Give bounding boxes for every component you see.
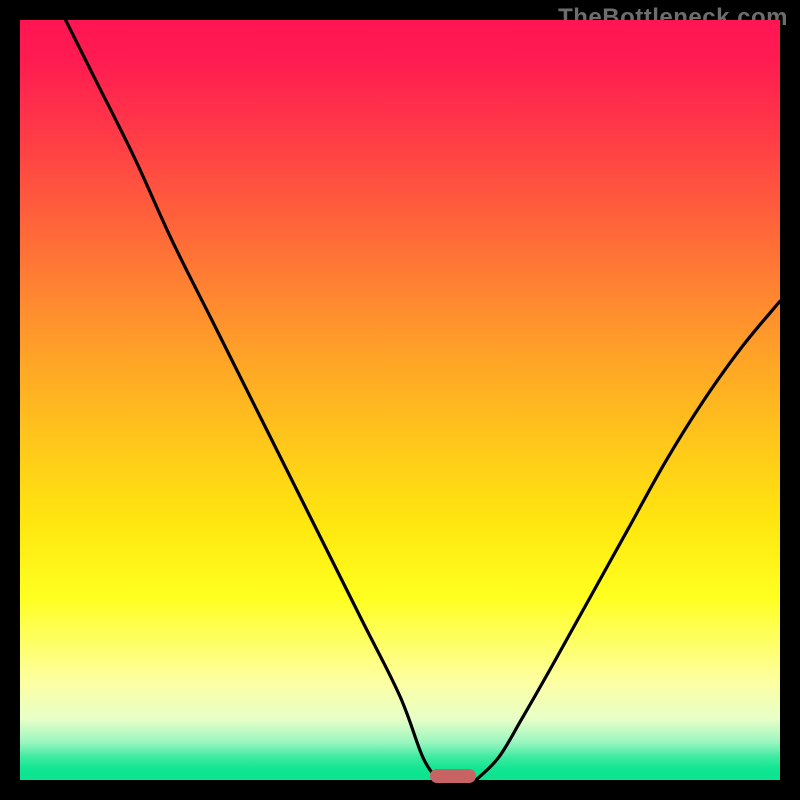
chart-frame: TheBottleneck.com bbox=[0, 0, 800, 800]
curve-path bbox=[66, 20, 780, 780]
plot-area bbox=[20, 20, 780, 780]
bottleneck-curve bbox=[20, 20, 780, 780]
optimal-marker bbox=[430, 769, 476, 783]
